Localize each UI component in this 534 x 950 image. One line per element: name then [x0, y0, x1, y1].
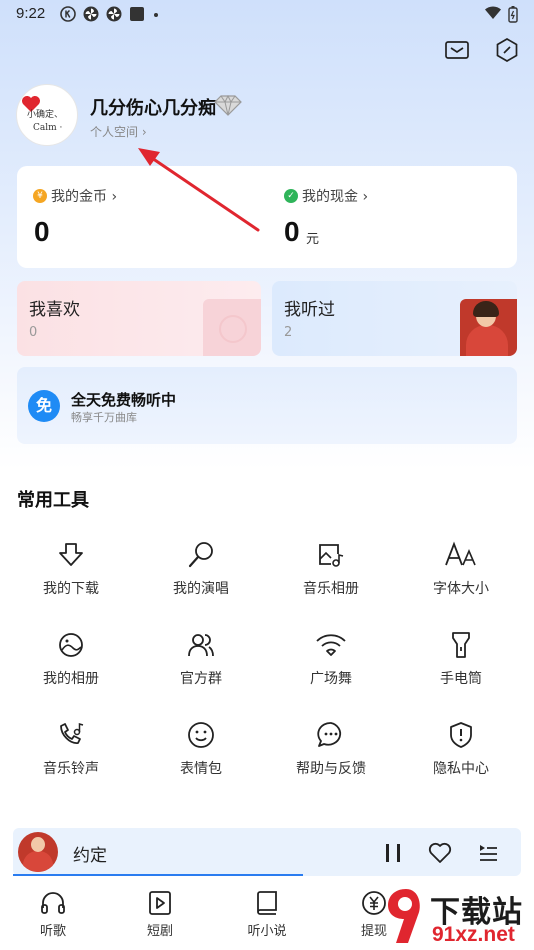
- mini-player[interactable]: 约定: [13, 828, 521, 876]
- tool-square-dance[interactable]: 广场舞: [276, 630, 386, 700]
- recently-played-card[interactable]: 我听过 2: [272, 281, 517, 356]
- nav-label: 听歌: [39, 924, 66, 939]
- pause-icon[interactable]: [380, 840, 406, 866]
- battery-icon: [508, 6, 518, 23]
- free-badge-icon: 免: [28, 390, 60, 422]
- tool-font-size[interactable]: 字体大小: [406, 540, 516, 610]
- my-likes-card[interactable]: 我喜欢 0: [17, 281, 261, 356]
- tool-help-feedback[interactable]: 帮助与反馈: [276, 720, 386, 790]
- pinwheel-icon: [83, 6, 99, 22]
- heard-title: 我听过: [284, 300, 335, 320]
- likes-count: 0: [29, 325, 38, 340]
- free-banner-subtitle: 畅享千万曲库: [71, 411, 137, 424]
- tool-label: 官方群: [180, 671, 222, 687]
- tool-label: 表情包: [180, 761, 222, 777]
- hexagon-settings-icon[interactable]: [494, 37, 520, 63]
- username[interactable]: 几分伤心几分痴: [90, 94, 216, 120]
- flashlight-icon: [452, 632, 470, 658]
- k-circle-icon: [60, 6, 76, 22]
- cash-unit: 元: [306, 232, 320, 247]
- watermark-logo-icon: [388, 889, 420, 943]
- player-song-title: 约定: [73, 846, 107, 866]
- pinwheel-icon: [106, 6, 122, 22]
- playlist-icon[interactable]: [475, 840, 501, 866]
- wallet-card: ¥ 我的金币 › 0 ✓ 我的现金 › 0 元: [17, 166, 517, 268]
- likes-title: 我喜欢: [29, 300, 80, 320]
- nav-short-drama[interactable]: 短剧: [120, 890, 200, 939]
- free-banner-title: 全天免费畅听中: [71, 391, 177, 409]
- tool-label: 字体大小: [433, 581, 489, 597]
- avatar-text-line2: Calm ·: [33, 123, 63, 133]
- tool-singing[interactable]: 我的演唱: [146, 540, 256, 610]
- tool-label: 帮助与反馈: [296, 761, 366, 777]
- cash-label: 我的现金 ›: [302, 189, 369, 205]
- tool-label: 广场舞: [310, 671, 352, 687]
- tool-music-album[interactable]: 音乐相册: [276, 540, 386, 610]
- cash-value[interactable]: 0: [284, 216, 300, 248]
- nav-listen-music[interactable]: 听歌: [13, 890, 93, 939]
- player-progress-bar: [13, 874, 303, 876]
- coins-value[interactable]: 0: [34, 216, 50, 248]
- tool-label: 我的演唱: [173, 581, 229, 597]
- ringtone-icon: [60, 723, 84, 744]
- photo-album-icon: [59, 633, 83, 657]
- coins-label-row[interactable]: ¥ 我的金币 ›: [33, 186, 117, 206]
- heart-icon[interactable]: [427, 840, 453, 866]
- tool-official-group[interactable]: 官方群: [146, 630, 256, 700]
- tool-ringtone[interactable]: 音乐铃声: [16, 720, 126, 790]
- dot-icon: [154, 13, 158, 17]
- free-listening-banner[interactable]: 免 全天免费畅听中 畅享千万曲库: [17, 367, 517, 444]
- book-icon: [257, 891, 277, 915]
- site-watermark: 下载站 91xz.net: [380, 885, 534, 950]
- heard-count: 2: [284, 325, 293, 340]
- tool-download[interactable]: 我的下载: [16, 540, 126, 610]
- tool-label: 手电筒: [440, 671, 482, 687]
- tool-privacy-center[interactable]: 隐私中心: [406, 720, 516, 790]
- tool-emoji[interactable]: 表情包: [146, 720, 256, 790]
- emoji-icon: [188, 722, 214, 748]
- dance-icon: [316, 634, 346, 656]
- nav-label: 听小说: [247, 924, 287, 939]
- status-bar: 9:22: [0, 0, 534, 28]
- coins-label: 我的金币 ›: [51, 189, 118, 205]
- group-icon: [188, 634, 214, 657]
- tool-flashlight[interactable]: 手电筒: [406, 630, 516, 700]
- privacy-shield-icon: [450, 722, 472, 748]
- nav-audio-novel[interactable]: 听小说: [227, 890, 307, 939]
- music-album-icon: [319, 544, 344, 567]
- cash-icon: ✓: [284, 189, 298, 203]
- microphone-icon: [188, 542, 213, 568]
- video-play-icon: [149, 891, 171, 915]
- mail-icon[interactable]: [444, 37, 470, 63]
- tool-label: 隐私中心: [433, 761, 489, 777]
- status-time: 9:22: [16, 5, 46, 22]
- wifi-icon: [485, 6, 501, 19]
- watermark-url: 91xz.net: [432, 923, 515, 946]
- tool-label: 音乐铃声: [43, 761, 99, 777]
- nav-label: 短剧: [146, 924, 173, 939]
- tool-photo-album[interactable]: 我的相册: [16, 630, 126, 700]
- download-icon: [59, 543, 83, 566]
- tools-heading: 常用工具: [17, 490, 89, 511]
- status-left-icons: [60, 6, 160, 22]
- coin-icon: ¥: [33, 189, 47, 203]
- cash-label-row[interactable]: ✓ 我的现金 ›: [284, 186, 368, 206]
- avatar-text-line1: 小确定、: [27, 110, 64, 120]
- square-icon: [130, 7, 144, 21]
- disc-icon: [219, 315, 247, 343]
- diamond-icon: [214, 94, 242, 116]
- tool-label: 我的下载: [43, 581, 99, 597]
- status-right-icons: [484, 5, 518, 23]
- player-album-cover: [18, 832, 58, 872]
- help-feedback-icon: [317, 722, 342, 747]
- tool-label: 音乐相册: [303, 581, 359, 597]
- font-size-icon: [445, 541, 476, 566]
- avatar[interactable]: 小确定、 Calm ·: [16, 84, 78, 146]
- tool-label: 我的相册: [43, 671, 99, 687]
- headphones-icon: [41, 892, 65, 914]
- album-cover: [460, 299, 517, 356]
- personal-space-link[interactable]: 个人空间 ›: [90, 123, 147, 140]
